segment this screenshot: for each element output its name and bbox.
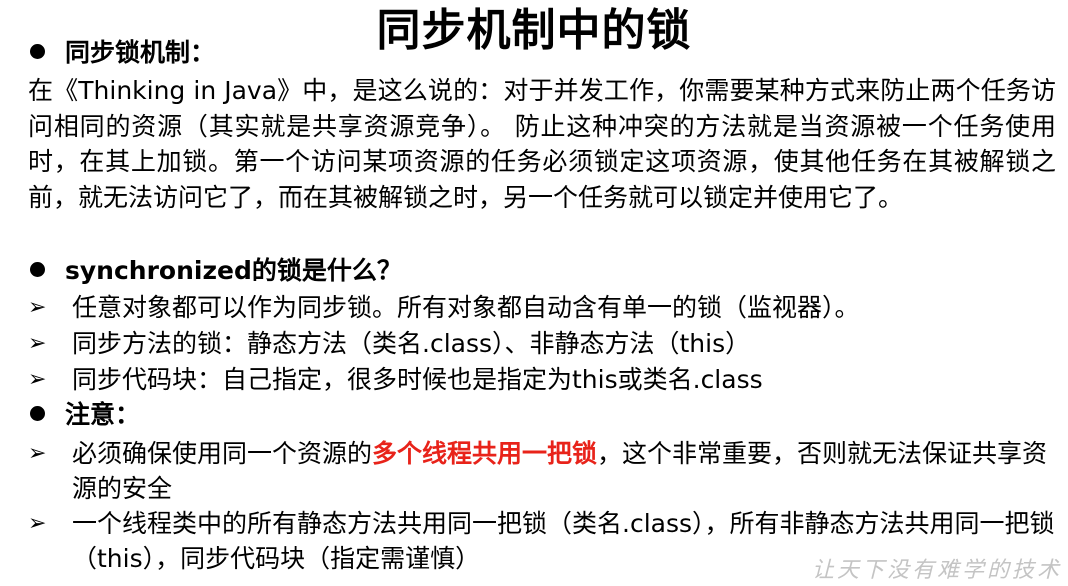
section-heading-notes: 注意： — [30, 398, 140, 432]
section-heading-text: synchronized的锁是什么？ — [65, 256, 402, 285]
list-item: ➢ 同步代码块：自己指定，很多时候也是指定为this或类名.class — [28, 362, 1056, 397]
bullet-dot-icon — [30, 262, 45, 277]
list-item-text: 同步代码块：自己指定，很多时候也是指定为this或类名.class — [72, 365, 763, 394]
arrow-bullet-icon: ➢ — [28, 441, 47, 466]
watermark: 让天下没有难学的技术 — [811, 558, 1062, 583]
list-item-text: 同步方法的锁：静态方法（类名.class）、非静态方法（this） — [72, 329, 751, 358]
list-item-text: 任意对象都可以作为同步锁。所有对象都自动含有单一的锁（监视器）。 — [72, 293, 860, 322]
section-heading-sync-lock-mechanism: 同步锁机制： — [30, 36, 215, 70]
section-heading-text: 注意： — [65, 400, 141, 429]
bullet-dot-icon — [30, 44, 45, 59]
arrow-bullet-icon: ➢ — [28, 511, 47, 536]
highlighted-text: 多个线程共用一把锁 — [372, 439, 598, 468]
list-item: ➢ 任意对象都可以作为同步锁。所有对象都自动含有单一的锁（监视器）。 — [28, 290, 1056, 325]
section-heading-synchronized-lock: synchronized的锁是什么？ — [30, 254, 402, 288]
list-item-text: 必须确保使用同一个资源的多个线程共用一把锁，这个非常重要，否则就无法保证共享资源… — [72, 436, 1056, 506]
arrow-bullet-icon: ➢ — [28, 295, 47, 320]
list-item: ➢ 同步方法的锁：静态方法（类名.class）、非静态方法（this） — [28, 326, 1056, 361]
section-heading-text: 同步锁机制： — [65, 38, 216, 67]
list-item: ➢ 必须确保使用同一个资源的多个线程共用一把锁，这个非常重要，否则就无法保证共享… — [28, 436, 1056, 506]
arrow-bullet-icon: ➢ — [28, 331, 47, 356]
bullet-dot-icon — [30, 406, 45, 421]
section-paragraph: 在《Thinking in Java》中，是这么说的：对于并发工作，你需要某种方… — [28, 76, 1056, 212]
arrow-bullet-icon: ➢ — [28, 367, 47, 392]
note-text-start: 必须确保使用同一个资源的 — [72, 439, 373, 468]
